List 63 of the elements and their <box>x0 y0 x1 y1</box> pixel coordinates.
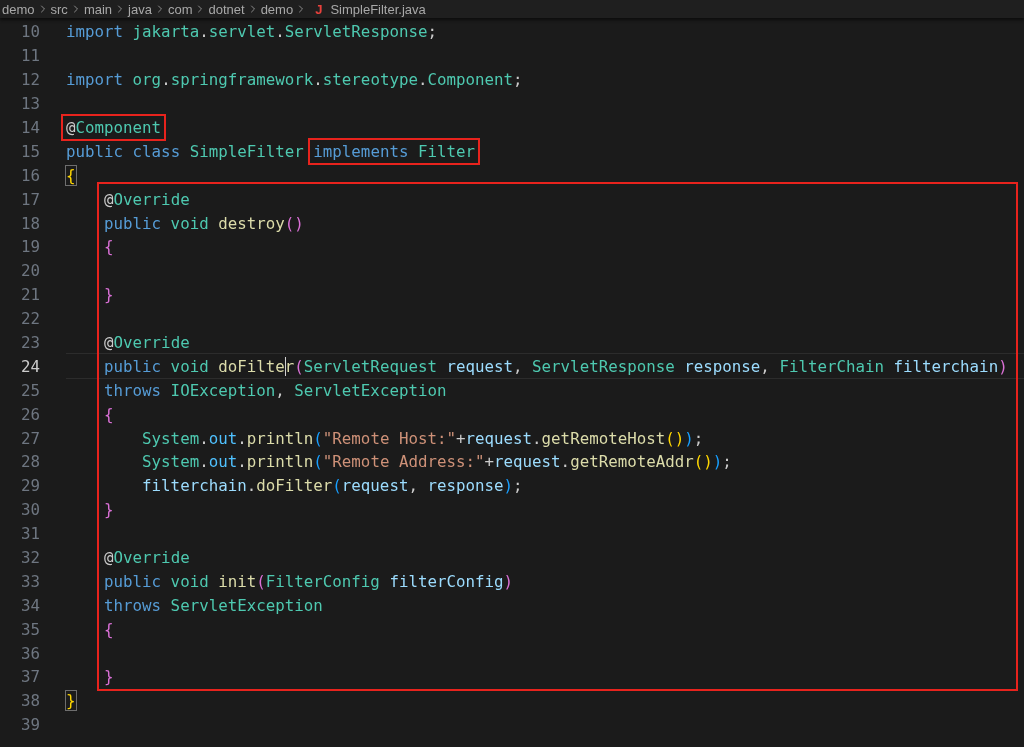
code-text: public void destroy() <box>103 213 304 233</box>
line-number: 29 <box>19 476 40 496</box>
line-number: 25 <box>19 380 40 400</box>
line-number: 39 <box>19 715 40 735</box>
code-text: import jakarta.servlet.ServletResponse; <box>66 22 437 42</box>
code-text: throws IOException, ServletException <box>103 380 447 400</box>
breadcrumb-item[interactable]: src <box>50 1 68 17</box>
code-text: public void doFilter(ServletRequest request, ServletResponse response, FilterChain filterchain) <box>103 356 1008 376</box>
line-number: 30 <box>19 500 40 520</box>
line-number: 20 <box>19 261 40 281</box>
code-text: { <box>103 404 114 424</box>
code-text: @Override <box>103 189 190 209</box>
line-number: 14 <box>19 118 40 137</box>
code-text: implements Filter <box>313 141 475 161</box>
line-number: 21 <box>19 285 40 305</box>
code-text: @Override <box>103 333 190 352</box>
breadcrumb-item[interactable]: dotnet <box>208 1 245 17</box>
line-number: 15 <box>19 141 40 161</box>
code-text: filterchain.doFilter(request, response); <box>141 476 523 496</box>
line-number: 13 <box>19 94 40 114</box>
breadcrumb-item[interactable]: java <box>128 1 152 17</box>
code-text: } <box>66 691 76 711</box>
line-number: 23 <box>19 333 40 352</box>
line-number: 36 <box>19 643 40 663</box>
line-number: 28 <box>19 452 40 472</box>
code-text: @Component <box>66 118 162 137</box>
code-text: throws ServletException <box>103 595 323 615</box>
line-number: 34 <box>19 595 40 615</box>
line-number: 38 <box>19 691 40 711</box>
line-number: 32 <box>19 548 40 568</box>
code-text: System.out.println("Remote Address:"+request.getRemoteAddr()); <box>141 452 732 472</box>
code-text: public class SimpleFilter <box>66 141 305 161</box>
line-number: 22 <box>19 309 40 329</box>
breadcrumb-item[interactable]: demo <box>2 1 35 17</box>
line-number: 11 <box>19 46 40 66</box>
code-text: System.out.println("Remote Host:"+request.getRemoteHost()); <box>141 428 704 448</box>
line-number: 16 <box>19 165 40 185</box>
code-text: } <box>103 667 114 687</box>
code-text: { <box>103 237 114 257</box>
code-text: public void init(FilterConfig filterConfig) <box>103 571 514 591</box>
breadcrumb-item[interactable]: SimpleFilter.java <box>330 1 426 17</box>
line-number: 17 <box>19 189 40 209</box>
line-number: 31 <box>19 524 40 544</box>
line-number: 37 <box>19 667 40 687</box>
line-number: 26 <box>19 404 40 424</box>
line-number: 27 <box>19 428 40 448</box>
code-text: } <box>103 285 114 305</box>
breadcrumb-item[interactable]: main <box>83 1 113 17</box>
code-text: { <box>103 619 114 639</box>
line-number: 18 <box>19 213 40 233</box>
code-text: } <box>103 500 114 520</box>
line-number: 12 <box>19 70 40 90</box>
code-text: import org.springframework.stereotype.Component; <box>66 70 523 90</box>
line-number: 10 <box>19 22 40 42</box>
line-number: 19 <box>19 237 40 257</box>
line-number: 33 <box>19 571 40 591</box>
java-file-icon: J <box>315 1 323 17</box>
line-number: 24 <box>19 356 40 376</box>
code-text: { <box>66 165 76 185</box>
breadcrumb-item[interactable]: com <box>167 1 193 17</box>
code-text: @Override <box>103 548 190 568</box>
line-number: 35 <box>19 619 40 639</box>
breadcrumb-item[interactable]: demo <box>260 1 294 17</box>
